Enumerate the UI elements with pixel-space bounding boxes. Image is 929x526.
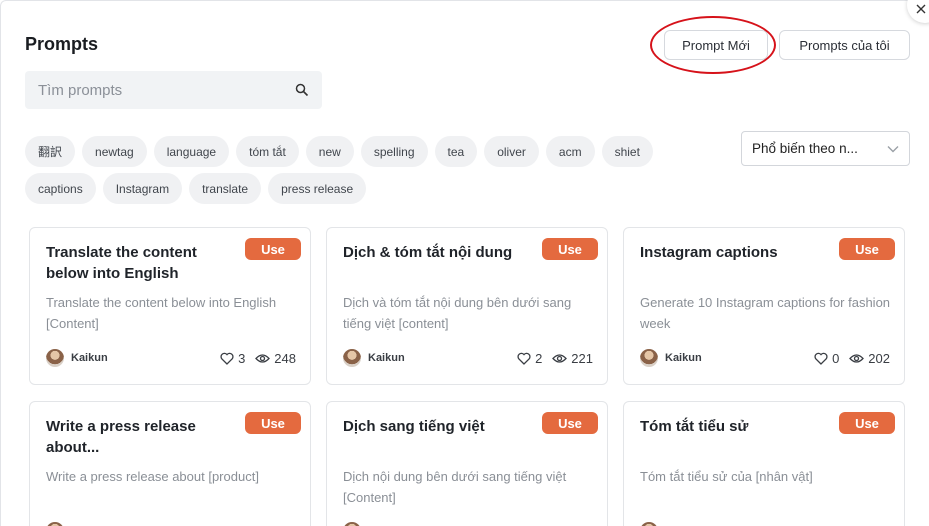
card-title: Dịch sang tiếng việt xyxy=(343,418,485,435)
view-count-value: 248 xyxy=(274,350,296,366)
use-button[interactable]: Use xyxy=(245,412,301,434)
heart-icon xyxy=(814,352,828,365)
search-icon[interactable] xyxy=(295,83,309,97)
tag-chip[interactable]: oliver xyxy=(484,136,539,167)
author: Kaikun xyxy=(46,349,108,367)
prompt-card[interactable]: Translate the content below into English… xyxy=(29,227,311,385)
author: Kaikun xyxy=(640,349,702,367)
close-button[interactable] xyxy=(907,0,929,23)
eye-icon xyxy=(849,353,865,363)
sort-selected-label: Phổ biến theo n... xyxy=(752,141,858,156)
tag-chip[interactable]: 翻訳 xyxy=(25,136,76,167)
prompt-card[interactable]: Write a press release about... Use Write… xyxy=(29,401,311,526)
tag-chip[interactable]: language xyxy=(153,136,230,167)
chevron-down-icon xyxy=(887,145,899,152)
use-button[interactable]: Use xyxy=(839,412,895,434)
card-footer: Kaikun 2 221 xyxy=(343,348,593,368)
page-title: Prompts xyxy=(25,34,99,54)
prompt-card[interactable]: Dịch & tóm tắt nội dung Use Dịch và tóm … xyxy=(326,227,608,385)
card-title: Write a press release about... xyxy=(46,418,196,456)
like-count-value: 2 xyxy=(535,350,543,366)
eye-icon xyxy=(552,353,568,363)
author-name: Kaikun xyxy=(368,352,405,364)
tag-chip[interactable]: press release xyxy=(268,173,367,204)
tag-chip[interactable]: shiet xyxy=(601,136,653,167)
use-button[interactable]: Use xyxy=(839,238,895,260)
card-description: Tóm tắt tiểu sử của [nhân vật] xyxy=(640,469,813,484)
author-name: Kaikun xyxy=(71,352,108,364)
use-button[interactable]: Use xyxy=(245,238,301,260)
card-title: Tóm tắt tiểu sử xyxy=(640,418,749,435)
view-count-value: 221 xyxy=(571,350,593,366)
tag-row: captions Instagram translate press release xyxy=(25,173,705,204)
heart-icon xyxy=(517,352,531,365)
avatar xyxy=(343,349,361,367)
prompt-card[interactable]: Tóm tắt tiểu sử Use Tóm tắt tiểu sử của … xyxy=(623,401,905,526)
card-description: Generate 10 Instagram captions for fashi… xyxy=(640,295,891,331)
view-count: 202 xyxy=(849,351,890,366)
like-count[interactable]: 2 xyxy=(517,351,542,366)
like-count[interactable]: 0 xyxy=(814,351,839,366)
card-footer: Kaikun 0 202 xyxy=(640,348,890,368)
search-input[interactable] xyxy=(38,81,295,99)
tag-chip[interactable]: newtag xyxy=(82,136,147,167)
sort-select[interactable]: Phổ biến theo n... xyxy=(741,131,910,166)
search-box xyxy=(25,71,322,109)
heart-icon xyxy=(220,352,234,365)
prompt-card[interactable]: Instagram captions Use Generate 10 Insta… xyxy=(623,227,905,385)
tag-chip[interactable]: acm xyxy=(545,136,595,167)
card-stats: 3 248 xyxy=(220,351,296,366)
card-description: Dịch nội dung bên dưới sang tiếng việt [… xyxy=(343,469,567,505)
avatar xyxy=(640,349,658,367)
like-count-value: 3 xyxy=(238,350,246,366)
card-stats: 2 221 xyxy=(517,351,593,366)
author-name: Kaikun xyxy=(665,352,702,364)
avatar xyxy=(46,349,64,367)
card-title: Translate the content below into English xyxy=(46,244,197,282)
tag-chip[interactable]: tea xyxy=(434,136,478,167)
avatar xyxy=(46,522,64,526)
prompts-modal: Prompts Prompt Mới Prompts của tôi 翻訳new… xyxy=(0,0,929,526)
like-count[interactable]: 3 xyxy=(220,351,245,366)
avatar xyxy=(343,522,361,526)
use-button[interactable]: Use xyxy=(542,412,598,434)
tag-row: 翻訳 newtag language tóm tắt new spelling tea oli… xyxy=(25,136,705,167)
tag-chip[interactable]: captions xyxy=(25,173,96,204)
tag-chip[interactable]: translate xyxy=(189,173,262,204)
author: Kaikun xyxy=(343,349,405,367)
view-count-value: 202 xyxy=(868,350,890,366)
tag-chip[interactable]: new xyxy=(305,136,354,167)
card-stats: 0 202 xyxy=(814,351,890,366)
my-prompts-button[interactable]: Prompts của tôi xyxy=(779,30,910,60)
avatar xyxy=(640,522,658,526)
card-description: Dịch và tóm tắt nội dung bên dưới sang t… xyxy=(343,295,572,331)
card-description: Write a press release about [product] xyxy=(46,469,259,484)
view-count: 221 xyxy=(552,351,593,366)
tag-chip[interactable]: spelling xyxy=(360,136,428,167)
close-icon xyxy=(916,4,926,14)
like-count-value: 0 xyxy=(832,350,840,366)
card-description: Translate the content below into English… xyxy=(46,295,277,331)
eye-icon xyxy=(255,353,271,363)
tag-filter: 翻訳 newtag language tóm tắt new spelling tea oli… xyxy=(25,136,705,210)
new-prompt-button[interactable]: Prompt Mới xyxy=(664,30,768,60)
use-button[interactable]: Use xyxy=(542,238,598,260)
card-title: Dịch & tóm tắt nội dung xyxy=(343,244,513,261)
prompt-card[interactable]: Dịch sang tiếng việt Use Dịch nội dung b… xyxy=(326,401,608,526)
tag-chip[interactable]: Instagram xyxy=(102,173,183,204)
tag-chip[interactable]: tóm tắt xyxy=(236,136,299,167)
card-footer: Kaikun 3 248 xyxy=(46,348,296,368)
card-title: Instagram captions xyxy=(640,244,778,261)
view-count: 248 xyxy=(255,351,296,366)
